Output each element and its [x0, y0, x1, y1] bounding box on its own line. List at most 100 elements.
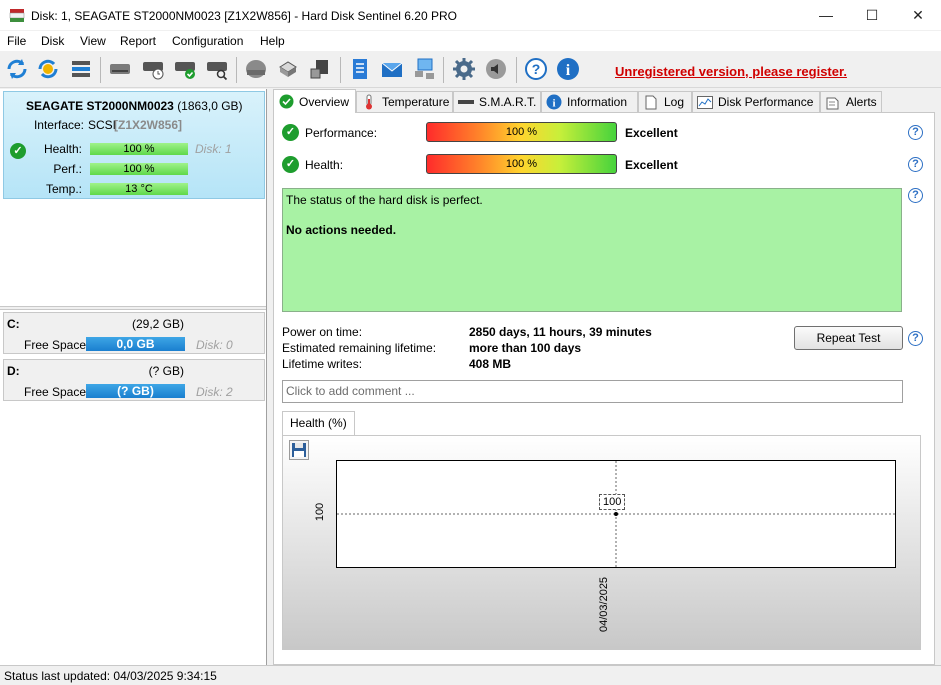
- tab-temperature[interactable]: Temperature: [356, 91, 453, 112]
- temp-label: Temp.:: [45, 182, 82, 196]
- toolbar-separator: [100, 57, 101, 83]
- chart-plot-area: [336, 460, 896, 568]
- register-link[interactable]: Unregistered version, please register.: [615, 64, 847, 79]
- disk-surface-icon[interactable]: [243, 56, 269, 82]
- info-icon[interactable]: i: [555, 56, 581, 82]
- tab-label: Log: [664, 95, 685, 109]
- disk-number: Disk: 1: [195, 142, 232, 156]
- tab-label: Temperature: [382, 95, 450, 109]
- interface-label: Interface:: [33, 118, 84, 132]
- menu-disk[interactable]: Disk: [41, 34, 64, 48]
- comment-input[interactable]: Click to add comment ...: [282, 380, 903, 403]
- writes-label: Lifetime writes:: [282, 357, 363, 371]
- notepad-icon[interactable]: [347, 56, 373, 82]
- volume-c[interactable]: C: (29,2 GB) Free Space 0,0 GB Disk: 0: [3, 312, 265, 354]
- toolbar: ? i Unregistered version, please registe…: [0, 51, 941, 88]
- x-tick-label: 04/03/2025: [598, 576, 610, 632]
- toolbar-separator: [516, 57, 517, 83]
- interface-value: SCSI: [88, 118, 117, 132]
- status-text: The status of the hard disk is perfect.: [286, 193, 483, 207]
- tab-disk-performance[interactable]: Disk Performance: [692, 91, 820, 112]
- tab-bar: Overview Temperature S.M.A.R.T. i Inform…: [273, 89, 941, 113]
- free-space-bar: 0,0 GB: [86, 337, 185, 351]
- help-icon[interactable]: ?: [908, 157, 923, 172]
- disk-list-icon[interactable]: [68, 56, 94, 82]
- tab-label: Alerts: [846, 95, 877, 109]
- writes-value: 408 MB: [469, 357, 512, 371]
- chart-svg: [337, 461, 895, 567]
- minimize-button[interactable]: —: [803, 0, 849, 31]
- menu-configuration[interactable]: Configuration: [172, 34, 243, 48]
- menu-file[interactable]: File: [7, 34, 26, 48]
- tab-alerts[interactable]: Alerts: [820, 91, 882, 112]
- lifetime-label: Estimated remaining lifetime:: [282, 341, 437, 355]
- network-icon[interactable]: [411, 56, 437, 82]
- status-bar: Status last updated: 04/03/2025 9:34:15: [0, 665, 941, 685]
- disk-schedule-icon[interactable]: [140, 56, 166, 82]
- help-icon[interactable]: ?: [908, 331, 923, 346]
- menu-help[interactable]: Help: [260, 34, 285, 48]
- sound-icon[interactable]: [483, 56, 509, 82]
- toolbar-separator: [236, 57, 237, 83]
- help-icon[interactable]: ?: [523, 56, 549, 82]
- save-icon[interactable]: [289, 440, 309, 460]
- disk-icon[interactable]: [107, 56, 133, 82]
- drive-icon[interactable]: [275, 56, 301, 82]
- settings-icon[interactable]: [451, 56, 477, 82]
- repeat-test-button[interactable]: Repeat Test: [794, 326, 903, 350]
- info-icon: i: [546, 94, 562, 110]
- power-on-value: 2850 days, 11 hours, 39 minutes: [469, 325, 652, 339]
- health-label: Health:: [43, 142, 82, 156]
- lifetime-value: more than 100 days: [469, 341, 582, 355]
- performance-bar: 100 %: [426, 122, 617, 142]
- refresh-all-icon[interactable]: [35, 56, 61, 82]
- help-icon[interactable]: ?: [908, 188, 923, 203]
- app-icon: [9, 9, 25, 22]
- volume-d[interactable]: D: (? GB) Free Space (? GB) Disk: 2: [3, 359, 265, 401]
- tab-log[interactable]: Log: [638, 91, 692, 112]
- menu-report[interactable]: Report: [120, 34, 156, 48]
- toolbar-separator: [340, 57, 341, 83]
- svg-text:i: i: [566, 62, 571, 79]
- disk-size: (1863,0 GB): [177, 99, 243, 113]
- disk-serial: [Z1X2W856]: [114, 118, 183, 132]
- drive-usb-icon[interactable]: [307, 56, 333, 82]
- svg-text:?: ?: [532, 61, 541, 77]
- y-tick-label: 100: [314, 502, 327, 522]
- maximize-button[interactable]: ☐: [849, 0, 895, 31]
- volume-size: (29,2 GB): [131, 317, 184, 331]
- document-icon: [643, 94, 659, 110]
- tab-overview[interactable]: Overview: [273, 89, 356, 113]
- health-bar: 100 %: [426, 154, 617, 174]
- power-on-label: Power on time:: [282, 325, 363, 339]
- tab-label: S.M.A.R.T.: [479, 95, 537, 109]
- volume-letter: D:: [7, 364, 20, 378]
- refresh-icon[interactable]: [4, 56, 30, 82]
- data-label: 100: [599, 494, 626, 510]
- perf-bar: 100 %: [90, 163, 188, 175]
- chart-icon: [697, 94, 713, 110]
- disk-search-icon[interactable]: [204, 56, 230, 82]
- health-chart: 100 04/03/2025 100: [282, 435, 921, 650]
- mail-icon[interactable]: [379, 56, 405, 82]
- tab-label: Overview: [299, 94, 350, 109]
- disk-name-line: SEAGATE ST2000NM0023 (1863,0 GB): [26, 99, 243, 113]
- pane-splitter[interactable]: [0, 306, 266, 310]
- tab-health-chart[interactable]: Health (%): [282, 411, 355, 435]
- tab-smart[interactable]: S.M.A.R.T.: [453, 91, 541, 112]
- tab-information[interactable]: i Information: [541, 91, 638, 112]
- performance-rating: Excellent: [625, 126, 678, 140]
- toolbar-separator: [443, 57, 444, 83]
- disk-card[interactable]: SEAGATE ST2000NM0023 (1863,0 GB) Interfa…: [3, 91, 265, 199]
- title-bar: Disk: 1, SEAGATE ST2000NM0023 [Z1X2W856]…: [0, 0, 941, 31]
- overview-panel: ✓ Performance: 100 % Excellent ? ✓ Healt…: [273, 112, 935, 665]
- menu-view[interactable]: View: [80, 34, 106, 48]
- check-icon: [278, 94, 294, 110]
- volume-size: (? GB): [148, 364, 184, 378]
- close-button[interactable]: ✕: [895, 0, 941, 31]
- volume-disk: Disk: 0: [196, 338, 233, 352]
- free-space-bar: (? GB): [86, 384, 185, 398]
- help-icon[interactable]: ?: [908, 125, 923, 140]
- disk-name: SEAGATE ST2000NM0023: [26, 99, 174, 113]
- disk-ok-icon[interactable]: [172, 56, 198, 82]
